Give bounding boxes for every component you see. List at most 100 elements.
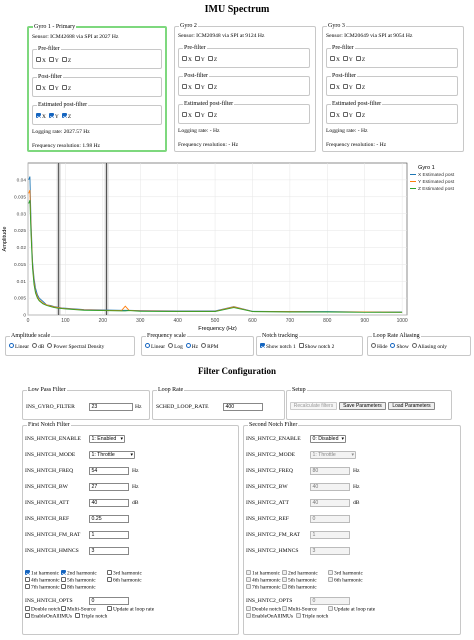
option-rpm[interactable]: RPM — [201, 343, 218, 350]
radio-dot[interactable] — [168, 343, 174, 348]
axis-y-checkbox[interactable]: Y — [194, 56, 205, 63]
checkbox-box[interactable] — [61, 570, 66, 575]
axis-x-checkbox[interactable]: X — [182, 112, 192, 119]
spectrum-plot[interactable]: 0 100 200 300 400 500 600 700 800 900 1000 0 0.005 0.… — [0, 160, 474, 338]
harmonic-checkbox[interactable]: 7th harmonic — [25, 584, 60, 592]
checkbox-box[interactable] — [25, 613, 30, 618]
axis-z-checkbox[interactable]: Z — [355, 112, 365, 119]
opts-input[interactable]: 0 — [310, 597, 350, 605]
axis-x-checkbox[interactable]: X — [330, 84, 340, 91]
axis-x-checkbox[interactable]: X — [36, 113, 46, 120]
checkbox-box[interactable] — [25, 577, 30, 582]
radio-dot[interactable] — [201, 343, 207, 348]
ins-hntch-att-input[interactable]: 40 — [89, 499, 129, 507]
ins-hntc2-mode-select[interactable]: 1: Throttle — [310, 451, 356, 459]
axis-y-checkbox[interactable]: Y — [48, 85, 59, 92]
opts-input[interactable]: 0 — [89, 597, 129, 605]
checkbox-box[interactable] — [246, 570, 251, 575]
checkbox-box[interactable] — [246, 577, 251, 582]
checkbox-box[interactable] — [61, 57, 67, 62]
option-show-notch-2[interactable]: Show notch 2 — [298, 343, 334, 350]
radio-dot[interactable] — [9, 343, 14, 348]
checkbox-box[interactable] — [342, 112, 348, 117]
axis-y-checkbox[interactable]: Y — [48, 57, 59, 64]
ins-hntc2-att-input[interactable]: 40 — [310, 499, 350, 507]
checkbox-box[interactable] — [207, 84, 213, 89]
checkbox-box[interactable] — [61, 606, 66, 611]
checkbox-box[interactable] — [48, 85, 54, 90]
axis-z-checkbox[interactable]: Z — [61, 57, 71, 64]
axis-z-checkbox[interactable]: Z — [207, 84, 217, 91]
radio-dot[interactable] — [390, 343, 396, 348]
checkbox-box[interactable] — [330, 112, 335, 117]
option-hide[interactable]: Hide — [371, 343, 387, 350]
checkbox-box[interactable] — [61, 577, 66, 582]
checkbox-box[interactable] — [246, 606, 251, 611]
checkbox-box[interactable] — [282, 606, 287, 611]
option-aliasing-only[interactable]: Aliasing only — [411, 343, 447, 350]
option-checkbox[interactable]: Update at loop rate — [107, 606, 154, 614]
axis-y-checkbox[interactable]: Y — [342, 84, 353, 91]
checkbox-box[interactable] — [182, 56, 187, 61]
checkbox-box[interactable] — [282, 584, 287, 589]
harmonic-checkbox[interactable]: 7th harmonic — [246, 584, 281, 592]
checkbox-box[interactable] — [298, 343, 304, 348]
option-checkbox[interactable]: EnableOnAllIMUs — [25, 613, 72, 621]
option-checkbox[interactable]: Update at loop rate — [328, 606, 375, 614]
harmonic-checkbox[interactable]: 8th harmonic — [61, 584, 96, 592]
checkbox-box[interactable] — [36, 113, 41, 118]
option-linear[interactable]: Linear — [9, 343, 29, 350]
ins-hntc2-fm-rat-input[interactable]: 1 — [310, 531, 350, 539]
checkbox-box[interactable] — [342, 84, 348, 89]
checkbox-box[interactable] — [61, 584, 66, 589]
checkbox-box[interactable] — [25, 570, 30, 575]
checkbox-box[interactable] — [342, 56, 348, 61]
checkbox-box[interactable] — [107, 570, 112, 575]
checkbox-box[interactable] — [328, 570, 333, 575]
radio-dot[interactable] — [185, 343, 191, 348]
checkbox-box[interactable] — [48, 113, 54, 118]
checkbox-box[interactable] — [36, 57, 41, 62]
ins-hntch-freq-input[interactable]: 54 — [89, 467, 129, 475]
checkbox-box[interactable] — [207, 112, 213, 117]
radio-dot[interactable] — [371, 343, 376, 348]
option-hz[interactable]: Hz — [185, 343, 198, 350]
ins-hntc2-hmncs-input[interactable]: 3 — [310, 547, 350, 555]
option-power-spectral-density[interactable]: Power Spectral Density — [47, 343, 104, 350]
checkbox-box[interactable] — [194, 112, 200, 117]
checkbox-box[interactable] — [355, 84, 361, 89]
checkbox-box[interactable] — [330, 84, 335, 89]
option-checkbox[interactable]: Triple notch — [75, 613, 107, 621]
option-db[interactable]: dB — [32, 343, 44, 350]
checkbox-box[interactable] — [330, 56, 335, 61]
axis-y-checkbox[interactable]: Y — [342, 112, 353, 119]
ins-hntch-fm-rat-input[interactable]: 1 — [89, 531, 129, 539]
axis-y-checkbox[interactable]: Y — [48, 113, 59, 120]
checkbox-box[interactable] — [48, 57, 54, 62]
save-parameters-button[interactable]: Save Parameters — [339, 402, 386, 410]
ins-gyro-filter-input[interactable]: 23 — [89, 403, 133, 411]
ins-hntc2-ref-input[interactable]: 0 — [310, 515, 350, 523]
checkbox-box[interactable] — [282, 570, 287, 575]
checkbox-box[interactable] — [355, 56, 361, 61]
axis-x-checkbox[interactable]: X — [330, 56, 340, 63]
checkbox-box[interactable] — [207, 56, 213, 61]
option-show-notch-1[interactable]: Show notch 1 — [260, 343, 296, 350]
axis-x-checkbox[interactable]: X — [182, 56, 192, 63]
checkbox-box[interactable] — [25, 606, 30, 611]
option-linear[interactable]: Linear — [145, 343, 165, 350]
harmonic-checkbox[interactable]: 6th harmonic — [328, 577, 363, 585]
checkbox-box[interactable] — [246, 613, 251, 618]
option-checkbox[interactable]: EnableOnAllIMUs — [246, 613, 293, 621]
axis-x-checkbox[interactable]: X — [330, 112, 340, 119]
ins-hntch-bw-input[interactable]: 27 — [89, 483, 129, 491]
checkbox-box[interactable] — [107, 577, 112, 582]
checkbox-box[interactable] — [107, 606, 112, 611]
checkbox-box[interactable] — [182, 84, 187, 89]
recalculate-filters-button[interactable]: Recalculate filters — [290, 402, 337, 410]
checkbox-box[interactable] — [328, 606, 333, 611]
axis-x-checkbox[interactable]: X — [182, 84, 192, 91]
axis-y-checkbox[interactable]: Y — [342, 56, 353, 63]
checkbox-box[interactable] — [296, 613, 301, 618]
checkbox-box[interactable] — [36, 85, 41, 90]
